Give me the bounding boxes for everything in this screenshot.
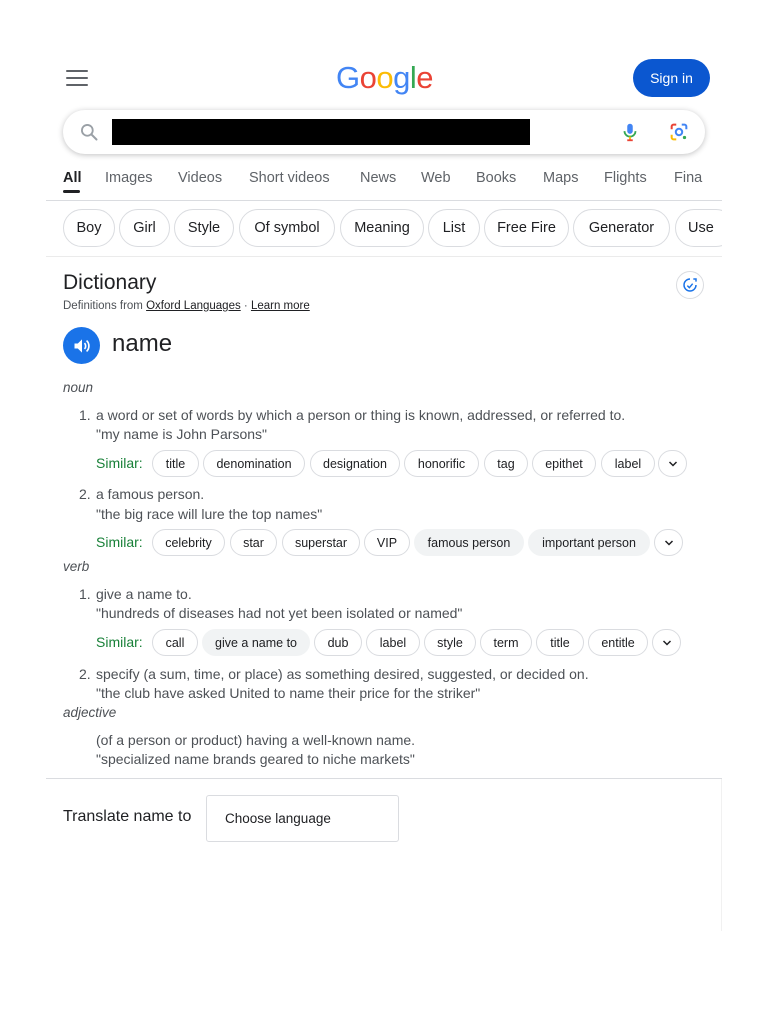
synonym-chip[interactable]: call bbox=[152, 629, 198, 656]
section-divider bbox=[46, 778, 722, 779]
chip-girl[interactable]: Girl bbox=[119, 209, 170, 247]
definition-number: 1. bbox=[79, 586, 91, 602]
speaker-icon bbox=[74, 338, 90, 353]
definition-number: 2. bbox=[79, 486, 91, 502]
search-icon bbox=[81, 124, 98, 141]
refinement-chips: Boy Girl Style Of symbol Meaning List Fr… bbox=[46, 201, 722, 255]
synonym-chip[interactable]: epithet bbox=[532, 450, 596, 477]
tab-web[interactable]: Web bbox=[421, 170, 451, 186]
synonym-chip[interactable]: dub bbox=[314, 629, 362, 656]
learn-more-link[interactable]: Learn more bbox=[251, 300, 310, 312]
tab-videos[interactable]: Videos bbox=[178, 170, 222, 186]
tab-short-videos[interactable]: Short videos bbox=[249, 170, 330, 186]
dictionary-title: Dictionary bbox=[63, 271, 157, 294]
tab-books[interactable]: Books bbox=[476, 170, 516, 186]
headword: name bbox=[112, 330, 173, 357]
synonym-chip[interactable]: important person bbox=[528, 529, 650, 556]
google-logo[interactable]: Google bbox=[336, 60, 434, 96]
definition-example: "the club have asked United to name thei… bbox=[96, 685, 481, 701]
tab-images[interactable]: Images bbox=[105, 170, 153, 186]
expand-similar-button[interactable] bbox=[654, 529, 683, 556]
translate-label: Translate name to bbox=[63, 808, 192, 825]
header: Google Sign in bbox=[0, 0, 768, 110]
definition-text: a word or set of words by which a person… bbox=[96, 407, 626, 423]
hamburger-menu-icon[interactable] bbox=[66, 70, 88, 86]
expand-similar-button[interactable] bbox=[658, 450, 687, 477]
definition-number: 2. bbox=[79, 666, 91, 682]
definition-text: a famous person. bbox=[96, 486, 205, 502]
definition-example: "specialized name brands geared to niche… bbox=[96, 751, 415, 767]
synonym-chip[interactable]: label bbox=[366, 629, 420, 656]
feedback-icon bbox=[683, 278, 697, 292]
chip-free-fire[interactable]: Free Fire bbox=[484, 209, 569, 247]
tab-flights[interactable]: Flights bbox=[604, 170, 647, 186]
chips-divider bbox=[46, 256, 722, 257]
synonym-chip[interactable]: designation bbox=[310, 450, 400, 477]
search-input[interactable] bbox=[112, 119, 530, 145]
synonym-chip[interactable]: superstar bbox=[282, 529, 360, 556]
chip-meaning[interactable]: Meaning bbox=[340, 209, 424, 247]
similar-label: Similar: bbox=[96, 534, 143, 550]
definition-text: specify (a sum, time, or place) as somet… bbox=[96, 666, 589, 682]
google-lens-icon[interactable] bbox=[668, 121, 690, 143]
part-of-speech-noun: noun bbox=[63, 380, 94, 395]
chip-of-symbol[interactable]: Of symbol bbox=[239, 209, 335, 247]
chip-generator[interactable]: Generator bbox=[573, 209, 670, 247]
expand-similar-button[interactable] bbox=[652, 629, 681, 656]
tab-maps[interactable]: Maps bbox=[543, 170, 578, 186]
choose-language-select[interactable]: Choose language bbox=[206, 795, 399, 842]
definition-example: "hundreds of diseases had not yet been i… bbox=[96, 605, 463, 621]
tab-news[interactable]: News bbox=[360, 170, 396, 186]
synonym-chip[interactable]: entitle bbox=[588, 629, 648, 656]
tab-all[interactable]: All bbox=[63, 170, 82, 186]
part-of-speech-adjective: adjective bbox=[63, 705, 117, 720]
sign-in-button[interactable]: Sign in bbox=[633, 59, 710, 97]
oxford-languages-link[interactable]: Oxford Languages bbox=[146, 300, 241, 312]
synonym-chip[interactable]: tag bbox=[484, 450, 528, 477]
synonym-chip[interactable]: give a name to bbox=[202, 629, 310, 656]
definition-example: "my name is John Parsons" bbox=[96, 426, 268, 442]
search-tabs: All Images Videos Short videos News Web … bbox=[63, 158, 723, 200]
synonym-chip[interactable]: celebrity bbox=[152, 529, 225, 556]
chip-boy[interactable]: Boy bbox=[63, 209, 115, 247]
synonym-chip[interactable]: VIP bbox=[364, 529, 410, 556]
part-of-speech-verb: verb bbox=[63, 559, 90, 574]
synonym-chip[interactable]: famous person bbox=[414, 529, 524, 556]
synonym-chip[interactable]: star bbox=[230, 529, 277, 556]
definition-text: give a name to. bbox=[96, 586, 192, 602]
synonym-chip[interactable]: title bbox=[536, 629, 584, 656]
card-edge bbox=[721, 779, 722, 931]
synonym-chip[interactable]: label bbox=[601, 450, 655, 477]
synonym-chip[interactable]: denomination bbox=[203, 450, 305, 477]
tab-finance[interactable]: Fina bbox=[674, 170, 702, 186]
definition-text: (of a person or product) having a well-k… bbox=[96, 732, 416, 748]
chip-style[interactable]: Style bbox=[174, 209, 234, 247]
feedback-button[interactable] bbox=[676, 271, 704, 299]
similar-label: Similar: bbox=[96, 455, 143, 471]
active-tab-indicator bbox=[63, 190, 80, 193]
chip-list[interactable]: List bbox=[428, 209, 480, 247]
chip-use[interactable]: Use bbox=[675, 209, 722, 247]
synonym-chip[interactable]: term bbox=[480, 629, 532, 656]
dictionary-source: Definitions from Oxford Languages · Lear… bbox=[63, 300, 310, 312]
definition-number: 1. bbox=[79, 407, 91, 423]
pronunciation-button[interactable] bbox=[63, 327, 100, 364]
chevron-down-icon bbox=[668, 460, 677, 467]
synonym-chip[interactable]: title bbox=[152, 450, 199, 477]
synonym-chip[interactable]: style bbox=[424, 629, 476, 656]
similar-label: Similar: bbox=[96, 634, 143, 650]
microphone-icon[interactable] bbox=[619, 121, 641, 143]
search-box[interactable] bbox=[63, 110, 705, 154]
definition-example: "the big race will lure the top names" bbox=[96, 506, 323, 522]
chevron-down-icon bbox=[664, 539, 673, 546]
synonym-chip[interactable]: honorific bbox=[404, 450, 479, 477]
chevron-down-icon bbox=[662, 639, 671, 646]
